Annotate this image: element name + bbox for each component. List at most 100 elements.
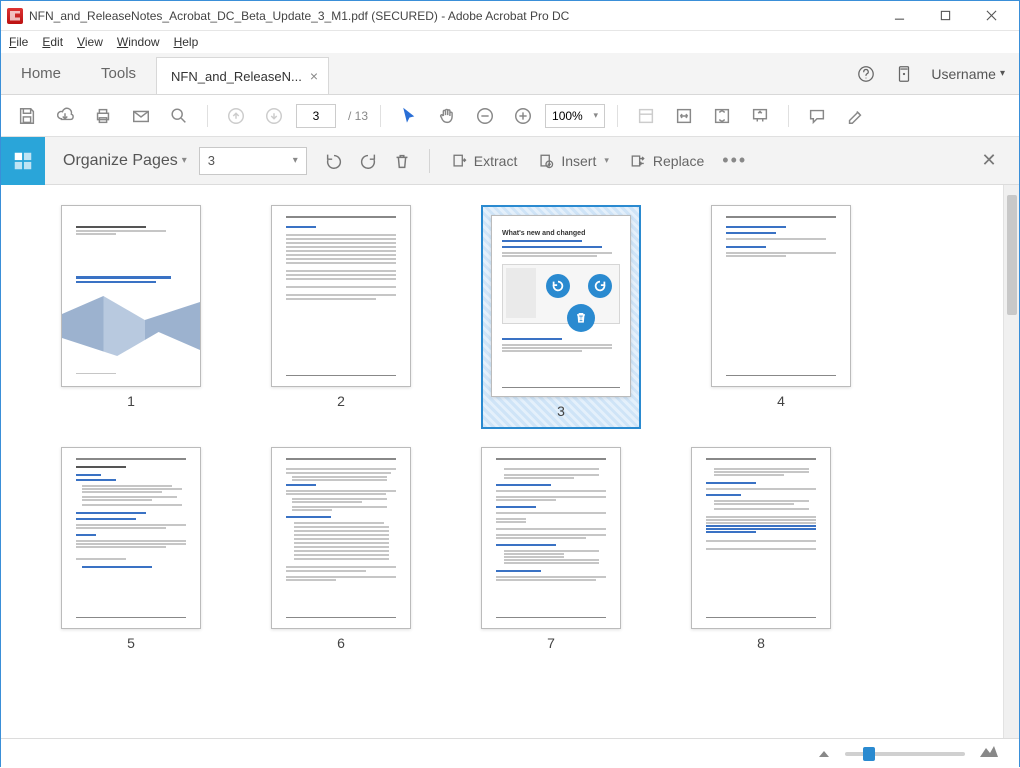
window-controls [877,5,1013,27]
rotate-right-icon[interactable] [351,144,385,178]
tab-home[interactable]: Home [1,53,81,94]
header-row: Home Tools NFN_and_ReleaseN... × Usernam… [1,53,1019,95]
thumbnail-page-1[interactable] [61,205,201,387]
sign-icon[interactable] [839,100,871,132]
tab-document[interactable]: NFN_and_ReleaseN... × [156,57,329,94]
username-label: Username [931,66,996,82]
thumbnail-page-5[interactable] [61,447,201,629]
print-icon[interactable] [87,100,119,132]
thumbnail-label: 2 [337,393,345,409]
menu-help[interactable]: Help [174,35,199,49]
thumb-size-large-icon[interactable] [979,744,999,763]
rotate-left-overlay-icon[interactable] [546,274,570,298]
main-toolbar: / 13 100% ▾ [1,95,1019,137]
caret-down-icon: ▾ [604,155,609,166]
thumbnail-page-2[interactable] [271,205,411,387]
fit-page-icon[interactable] [630,100,662,132]
thumbnail-label: 6 [337,635,345,651]
organize-title: Organize Pages [63,152,178,170]
page3-title: What's new and changed [502,230,585,237]
username-menu[interactable]: Username ▾ [931,66,1005,82]
page-total-label: / 13 [348,109,368,123]
menu-edit[interactable]: Edit [42,35,63,49]
next-page-icon[interactable] [258,100,290,132]
organize-badge-icon [1,137,45,185]
caret-down-icon: ▾ [1000,68,1005,79]
thumbnail-cell[interactable]: 2 [271,205,411,429]
thumbnail-page-6[interactable] [271,447,411,629]
zoom-select[interactable]: 100% ▾ [545,104,605,128]
zoom-out-icon[interactable] [469,100,501,132]
email-icon[interactable] [125,100,157,132]
thumb-size-slider[interactable] [845,752,965,756]
menu-window[interactable]: Window [117,35,160,49]
mobile-icon[interactable] [893,63,915,85]
delete-icon[interactable] [385,144,419,178]
thumbnail-cell[interactable]: 7 [481,447,621,651]
thumbnail-cell[interactable]: 5 [61,447,201,651]
hand-tool-icon[interactable] [431,100,463,132]
thumbnail-label: 8 [757,635,765,651]
fit-width-icon[interactable] [668,100,700,132]
thumbnail-cell[interactable]: 4 [711,205,851,429]
menu-bar: File Edit View Window Help [1,31,1019,53]
minimize-button[interactable] [885,5,913,27]
maximize-button[interactable] [931,5,959,27]
extract-label: Extract [474,153,518,169]
page-number-input[interactable] [296,104,336,128]
tab-document-label: NFN_and_ReleaseN... [171,69,302,84]
rotate-right-overlay-icon[interactable] [588,274,612,298]
caret-down-icon: ▾ [593,110,598,121]
thumbnail-cell-selected[interactable]: What's new and changed 3 [481,205,641,429]
read-mode-icon[interactable] [744,100,776,132]
insert-label: Insert [561,153,596,169]
fit-height-icon[interactable] [706,100,738,132]
menu-file[interactable]: File [9,35,28,49]
thumbnail-cell[interactable]: 1 [61,205,201,429]
zoom-in-icon[interactable] [507,100,539,132]
comment-icon[interactable] [801,100,833,132]
thumb-size-small-icon[interactable] [817,745,831,763]
slider-knob[interactable] [863,747,875,761]
organize-page-select[interactable]: 3 ▾ [199,147,307,175]
extract-button[interactable]: Extract [440,152,528,170]
delete-overlay-icon[interactable] [567,304,595,332]
app-icon [7,8,23,24]
status-bar [1,738,1019,768]
rotate-left-icon[interactable] [317,144,351,178]
tab-close-icon[interactable]: × [310,68,318,84]
close-panel-button[interactable]: ✕ [975,147,1003,175]
insert-button[interactable]: Insert ▾ [527,152,619,170]
scrollbar-thumb[interactable] [1007,195,1017,315]
organize-page-value: 3 [208,153,215,168]
caret-down-icon: ▾ [293,155,298,166]
caret-down-icon: ▾ [182,155,187,166]
replace-label: Replace [653,153,704,169]
organize-pages-menu[interactable]: Organize Pages ▾ [63,152,187,170]
cloud-icon[interactable] [49,100,81,132]
search-icon[interactable] [163,100,195,132]
help-icon[interactable] [855,63,877,85]
menu-view[interactable]: View [77,35,103,49]
tab-tools[interactable]: Tools [81,53,156,94]
replace-button[interactable]: Replace [619,152,714,170]
title-bar: NFN_and_ReleaseNotes_Acrobat_DC_Beta_Upd… [1,1,1019,31]
thumbnail-label: 5 [127,635,135,651]
thumbnail-label: 4 [777,393,785,409]
window-title: NFN_and_ReleaseNotes_Acrobat_DC_Beta_Upd… [29,9,877,23]
thumbnail-cell[interactable]: 8 [691,447,831,651]
more-options-icon[interactable]: ••• [714,150,755,171]
thumbnail-label: 7 [547,635,555,651]
select-tool-icon[interactable] [393,100,425,132]
thumbnail-page-4[interactable] [711,205,851,387]
vertical-scrollbar[interactable] [1003,185,1019,738]
thumbnail-page-8[interactable] [691,447,831,629]
thumbnail-page-7[interactable] [481,447,621,629]
save-icon[interactable] [11,100,43,132]
prev-page-icon[interactable] [220,100,252,132]
thumbnail-panel: 1 [1,185,1019,738]
close-button[interactable] [977,5,1005,27]
thumbnail-label: 1 [127,393,135,409]
thumbnail-cell[interactable]: 6 [271,447,411,651]
thumbnail-page-3[interactable]: What's new and changed [491,215,631,397]
